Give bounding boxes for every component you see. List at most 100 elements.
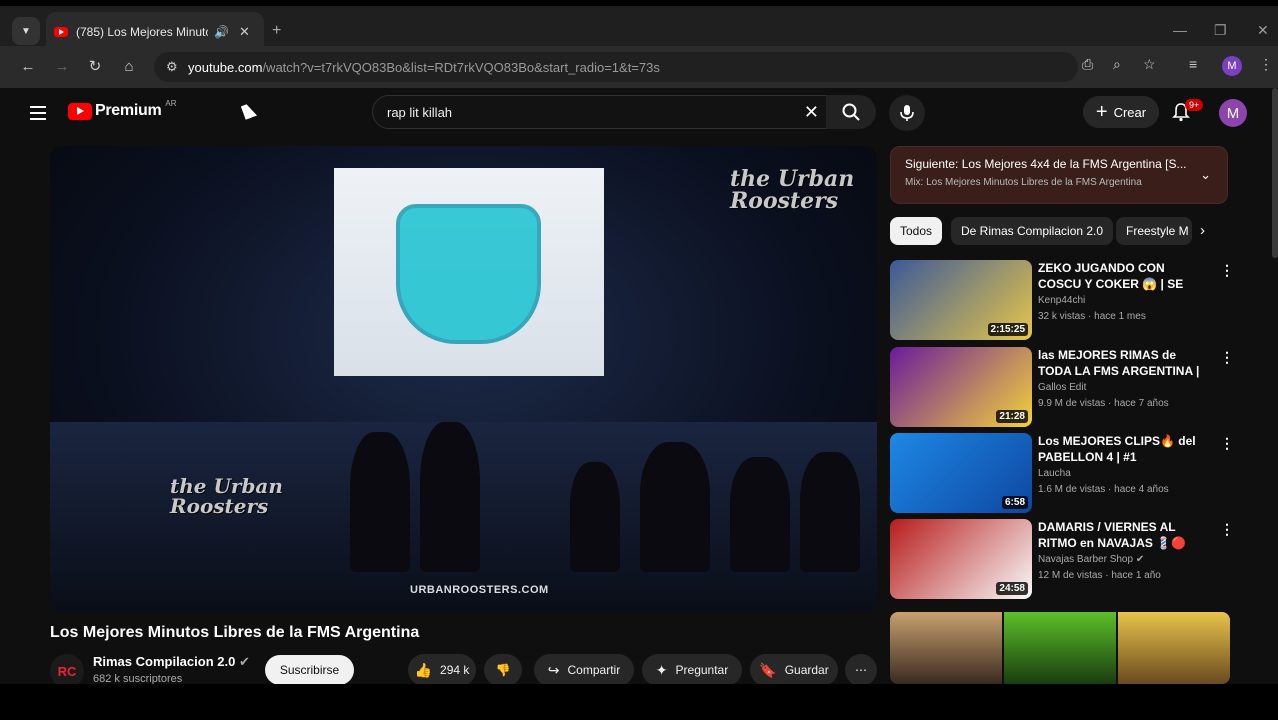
thumbs-down-icon: 👎 (495, 663, 511, 677)
new-tab-icon[interactable]: + (272, 22, 281, 40)
rec-title: Los MEJORES CLIPS🔥 del PABELLON 4 | #1 (1038, 434, 1196, 464)
youtube-favicon-icon (54, 27, 68, 37)
reload-icon[interactable]: ↻ (84, 55, 106, 77)
performer-figure (350, 432, 410, 572)
minimize-icon[interactable]: — (1173, 22, 1187, 38)
voice-search-button[interactable] (889, 95, 925, 131)
address-bar[interactable]: ⚙ youtube.com/watch?v=t7rkVQO83Bo&list=R… (154, 52, 1078, 82)
video-player[interactable]: the Urban Roosters the Urban Roosters URBA… (50, 146, 877, 612)
zoom-icon[interactable]: ⌕ (1113, 56, 1121, 73)
sparkle-icon: ✦ (655, 661, 668, 678)
share-icon: ↪ (547, 661, 560, 678)
chip-todos[interactable]: Todos (890, 217, 943, 245)
chevron-down-icon: ▼ (21, 25, 31, 37)
browser-profile-avatar[interactable]: M (1222, 56, 1242, 76)
account-avatar[interactable]: M (1219, 99, 1247, 127)
site-info-icon[interactable]: ⚙ (166, 59, 178, 75)
hamburger-menu-icon[interactable] (30, 106, 46, 124)
duration-badge: 2:15:25 (987, 323, 1028, 336)
up-next-prefix: Siguiente: (905, 157, 959, 171)
save-button[interactable]: 🔖 Guardar (750, 654, 838, 684)
video-thumbnail[interactable]: 2:15:25 (890, 260, 1032, 340)
clear-search-icon[interactable]: ✕ (804, 102, 819, 123)
chevron-down-icon[interactable]: ⌄ (1200, 167, 1211, 183)
audience-figure (800, 452, 860, 572)
channel-name[interactable]: Rimas Compilacion 2.0 ✔ (93, 654, 250, 670)
plus-icon: + (1095, 100, 1108, 123)
forward-icon[interactable]: → (51, 55, 73, 77)
bookmark-icon: 🔖 (759, 661, 777, 678)
search-icon (842, 103, 860, 121)
more-actions-button[interactable]: ⋯ (845, 654, 877, 684)
list-item[interactable]: 21:28 las MEJORES RIMAS de TODA LA FMS A… (890, 347, 1234, 427)
chevron-right-icon[interactable]: › (1200, 222, 1205, 239)
speaker-icon[interactable]: 🔊 (214, 25, 229, 39)
channel-avatar[interactable]: RC (50, 654, 84, 684)
more-vertical-icon[interactable]: ⋮ (1220, 435, 1234, 452)
youtube-page: Premium AR rap lit killah ✕ + Crear 9+ M … (0, 88, 1278, 684)
bookmark-star-icon[interactable]: ☆ (1143, 56, 1156, 73)
audience-figure (570, 462, 620, 572)
create-button[interactable]: + Crear (1083, 96, 1159, 128)
list-item[interactable]: 24:58 DAMARIS / VIERNES AL RITMO en NAVA… (890, 519, 1234, 599)
more-horizontal-icon: ⋯ (855, 663, 867, 677)
browser-menu-icon[interactable]: ⋮ (1259, 56, 1273, 73)
more-vertical-icon[interactable]: ⋮ (1220, 521, 1234, 538)
chip-channel[interactable]: De Rimas Compilacion 2.0 (951, 217, 1114, 245)
tab-search-button[interactable]: ▼ (12, 17, 40, 45)
search-button[interactable] (826, 95, 876, 129)
duration-badge: 6:58 (1001, 496, 1028, 509)
browser-tab-strip: ▼ (785) Los Mejores Minutos Libres 🔊 ✕ +… (0, 0, 1278, 52)
tab-close-icon[interactable]: ✕ (239, 24, 250, 40)
verified-icon: ✔ (238, 654, 250, 669)
rec-title: ZEKO JUGANDO CON COSCU Y COKER 😱 | SE DE… (1038, 261, 1184, 291)
video-thumbnail[interactable]: 24:58 (890, 519, 1032, 599)
chip-freestyle[interactable]: Freestyle M (1116, 217, 1192, 245)
short-thumbnail[interactable] (1004, 612, 1116, 684)
rec-meta: 9.9 M de vistas · hace 7 años (1038, 398, 1169, 409)
tab-title: (785) Los Mejores Minutos Libres (76, 25, 208, 39)
short-thumbnail[interactable] (890, 612, 1002, 684)
subscribe-button[interactable]: Suscribirse (265, 655, 354, 684)
youtube-premium-logo[interactable]: Premium AR (68, 99, 177, 120)
share-button[interactable]: ↪ Compartir (534, 654, 634, 684)
short-thumbnail[interactable] (1118, 612, 1230, 684)
page-scrollbar[interactable] (1272, 88, 1278, 258)
video-thumbnail[interactable]: 6:58 (890, 433, 1032, 513)
rec-channel: Laucha (1038, 468, 1071, 479)
stage-screen (334, 168, 604, 376)
like-button[interactable]: 👍 294 k (408, 654, 476, 684)
list-item[interactable]: 6:58 Los MEJORES CLIPS🔥 del PABELLON 4 |… (890, 433, 1234, 513)
video-watermark: URBANROOSTERS.COM (410, 584, 549, 596)
rec-meta: 1.6 M de vistas · hace 4 años (1038, 484, 1169, 495)
save-label: Guardar (784, 663, 829, 677)
url-host: youtube.com (188, 59, 263, 75)
ask-button[interactable]: ✦ Preguntar (642, 654, 742, 684)
rec-title: DAMARIS / VIERNES AL RITMO en NAVAJAS 💈🔴 (1038, 520, 1187, 550)
rec-channel: Navajas Barber Shop ✔ (1038, 554, 1144, 565)
install-app-icon[interactable]: ⎙ (1082, 56, 1093, 73)
youtube-play-icon (68, 102, 92, 120)
more-vertical-icon[interactable]: ⋮ (1220, 349, 1234, 366)
list-item[interactable]: 2:15:25 ZEKO JUGANDO CON COSCU Y COKER 😱… (890, 260, 1234, 340)
share-label: Compartir (567, 663, 621, 677)
restore-icon[interactable]: ❐ (1214, 22, 1227, 39)
rec-title: las MEJORES RIMAS de TODA LA FMS ARGENTI… (1038, 348, 1200, 378)
back-icon[interactable]: ← (17, 55, 39, 77)
more-vertical-icon[interactable]: ⋮ (1220, 262, 1234, 279)
like-count: 294 k (440, 663, 470, 677)
notification-badge: 9+ (1185, 99, 1204, 111)
logo-text: Premium (95, 102, 162, 119)
shorts-row[interactable] (890, 612, 1230, 684)
video-thumbnail[interactable]: 21:28 (890, 347, 1032, 427)
up-next-panel[interactable]: Siguiente: Los Mejores 4x4 de la FMS Arg… (890, 146, 1228, 204)
search-input[interactable]: rap lit killah ✕ (372, 95, 832, 129)
media-controls-icon[interactable]: ≡ (1189, 56, 1197, 72)
close-window-icon[interactable]: ✕ (1257, 22, 1269, 39)
dislike-button[interactable]: 👎 (484, 654, 522, 684)
up-next-line: Siguiente: Los Mejores 4x4 de la FMS Arg… (905, 157, 1213, 171)
search-query: rap lit killah (387, 104, 453, 120)
home-icon[interactable]: ⌂ (118, 55, 140, 77)
rec-channel-text: Navajas Barber Shop (1038, 554, 1134, 565)
urban-roosters-logo: the Urban Roosters (730, 166, 855, 214)
